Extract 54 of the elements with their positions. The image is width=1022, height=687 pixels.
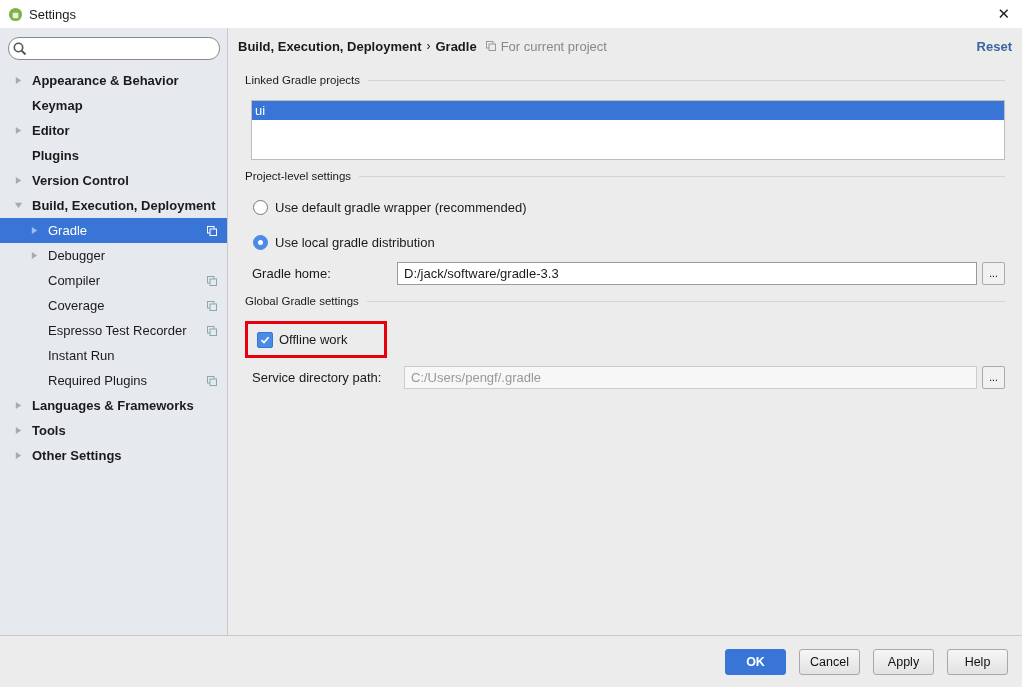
copy-icon [485, 41, 496, 51]
tree-item[interactable]: Espresso Test Recorder [0, 318, 227, 343]
gradle-home-field[interactable]: D:/jack/software/gradle-3.3 [397, 262, 977, 285]
radio-label: Use local gradle distribution [275, 234, 435, 250]
dialog-button[interactable]: Cancel [799, 648, 860, 675]
app-logo-icon [8, 6, 23, 22]
radio-label: Use default gradle wrapper (recommended) [275, 199, 527, 215]
dialog-button[interactable]: Help [947, 648, 1008, 675]
breadcrumb-separator: › [426, 39, 431, 53]
tree-item[interactable]: Required Plugins [0, 368, 227, 393]
search-icon [13, 41, 27, 56]
tree-item[interactable]: Editor [0, 118, 227, 143]
tree-item[interactable]: Appearance & Behavior [0, 68, 227, 93]
field-label: Gradle home: [252, 266, 332, 281]
tree-item[interactable]: Keymap [0, 93, 227, 118]
expander-arrow-icon[interactable] [30, 251, 39, 260]
tree-item[interactable]: Build, Execution, Deployment [0, 193, 227, 218]
tree-item[interactable]: Coverage [0, 293, 227, 318]
tree-item[interactable]: Plugins [0, 143, 227, 168]
field-label: Service directory path: [252, 370, 383, 385]
expander-arrow-icon[interactable] [14, 201, 23, 210]
reset-link[interactable]: Reset [976, 38, 1012, 54]
tree-item[interactable]: Compiler [0, 268, 227, 293]
checkbox[interactable] [257, 331, 273, 348]
expander-arrow-icon[interactable] [14, 176, 23, 185]
expander-arrow-icon[interactable] [14, 426, 23, 435]
browse-button[interactable]: ... [982, 262, 1005, 285]
checkbox-label: Offline work [279, 332, 348, 347]
project-item[interactable]: ui [252, 101, 1004, 120]
search-field[interactable] [8, 37, 220, 60]
section-title: Global Gradle settings [245, 295, 359, 307]
tree-item[interactable]: Instant Run [0, 343, 227, 368]
radio-button[interactable] [253, 234, 268, 250]
section-title: Project-level settings [245, 170, 352, 182]
tree-item[interactable]: Languages & Frameworks [0, 393, 227, 418]
radio-button[interactable] [253, 199, 268, 215]
tree-item[interactable]: Other Settings [0, 443, 227, 468]
window-title: Settings [29, 6, 76, 22]
expander-arrow-icon[interactable] [14, 401, 23, 410]
tree-item[interactable]: Version Control [0, 168, 227, 193]
tree-item[interactable]: Debugger [0, 243, 227, 268]
section-title: Linked Gradle projects [245, 74, 361, 86]
expander-arrow-icon[interactable] [14, 76, 23, 85]
scope-label: For current project [500, 38, 607, 54]
ok-button[interactable]: OK [725, 648, 786, 675]
expander-arrow-icon[interactable] [30, 226, 39, 235]
breadcrumb-parent: Build, Execution, Deployment [238, 38, 422, 54]
tree-item[interactable]: Gradle [0, 218, 227, 243]
expander-arrow-icon[interactable] [14, 451, 23, 460]
expander-arrow-icon[interactable] [14, 126, 23, 135]
tree-item[interactable]: Tools [0, 418, 227, 443]
dialog-button[interactable]: Apply [873, 648, 934, 675]
close-button[interactable]: ✕ [993, 5, 1014, 23]
breadcrumb-current: Gradle [435, 38, 477, 54]
